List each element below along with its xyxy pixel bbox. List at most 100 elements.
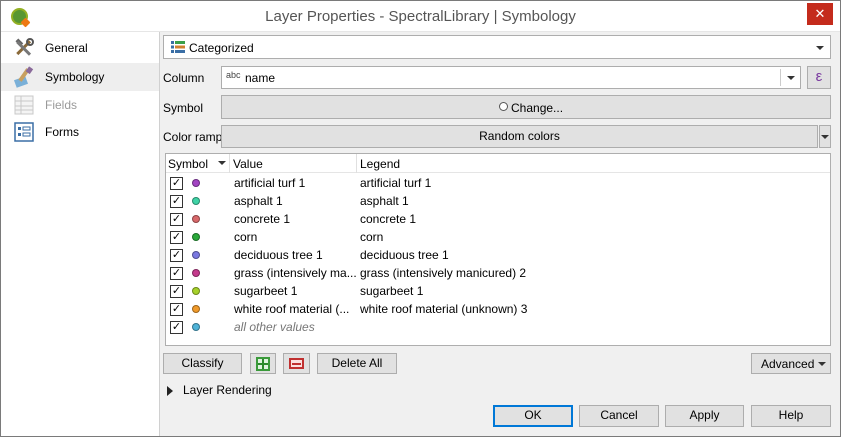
- category-checkbox[interactable]: ✓: [170, 231, 183, 244]
- table-row[interactable]: ✓ corn corn: [166, 228, 830, 246]
- column-value: name: [245, 71, 276, 85]
- sidebar-item-label: General: [45, 41, 88, 55]
- category-legend: sugarbeet 1: [360, 284, 424, 298]
- sort-indicator-icon: [218, 161, 226, 165]
- category-symbol-swatch[interactable]: [192, 233, 200, 241]
- category-symbol-swatch[interactable]: [192, 179, 200, 187]
- symbology-panel: Categorized Column abc name ε Symbol Cha…: [161, 32, 840, 436]
- symbol-label: Symbol: [163, 101, 204, 115]
- advanced-button[interactable]: Advanced: [751, 353, 831, 374]
- category-checkbox[interactable]: ✓: [170, 285, 183, 298]
- table-row[interactable]: ✓ concrete 1 concrete 1: [166, 210, 830, 228]
- divider: [780, 69, 781, 86]
- category-symbol-swatch[interactable]: [192, 323, 200, 331]
- category-symbol-swatch[interactable]: [192, 305, 200, 313]
- category-symbol-swatch[interactable]: [192, 287, 200, 295]
- fields-table-icon: [14, 95, 34, 115]
- change-symbol-button[interactable]: Change...: [221, 95, 831, 119]
- category-value: corn: [234, 230, 258, 244]
- ok-button[interactable]: OK: [493, 405, 573, 427]
- sidebar-item-label: Fields: [45, 98, 78, 112]
- categories-table: Symbol Value Legend ✓ artificial turf 1 ar…: [165, 153, 831, 346]
- expand-arrow-icon: [167, 386, 173, 396]
- category-value: deciduous tree 1: [234, 248, 323, 262]
- table-row[interactable]: ✓ artificial turf 1 artificial turf 1: [166, 174, 830, 192]
- color-ramp-button[interactable]: Random colors: [221, 125, 818, 148]
- category-checkbox[interactable]: ✓: [170, 213, 183, 226]
- category-checkbox[interactable]: ✓: [170, 321, 183, 334]
- marker-symbol-icon: [499, 102, 508, 111]
- header-value[interactable]: Value: [233, 157, 263, 171]
- category-legend: concrete 1: [360, 212, 417, 226]
- category-value: grass (intensively ma...: [234, 266, 357, 280]
- table-row[interactable]: ✓ white roof material (... white roof mate…: [166, 300, 830, 318]
- expression-button[interactable]: ε: [807, 66, 831, 89]
- renderer-value: Categorized: [189, 41, 254, 55]
- category-checkbox[interactable]: ✓: [170, 177, 183, 190]
- sidebar-item-general[interactable]: General: [1, 34, 159, 62]
- layer-properties-dialog: Layer Properties - SpectralLibrary | Sym…: [0, 0, 841, 437]
- table-row[interactable]: ✓ asphalt 1 asphalt 1: [166, 192, 830, 210]
- category-checkbox[interactable]: ✓: [170, 249, 183, 262]
- category-symbol-swatch[interactable]: [192, 197, 200, 205]
- sidebar-item-fields[interactable]: Fields: [1, 91, 159, 119]
- forms-icon: [14, 122, 34, 142]
- category-legend: deciduous tree 1: [360, 248, 449, 262]
- category-value: asphalt 1: [234, 194, 283, 208]
- table-row[interactable]: ✓ all other values: [166, 318, 830, 336]
- change-button-label: Change...: [511, 101, 564, 115]
- category-checkbox[interactable]: ✓: [170, 267, 183, 280]
- apply-button[interactable]: Apply: [665, 405, 744, 427]
- category-value: all other values: [234, 320, 315, 334]
- paintbrush-icon: [13, 66, 34, 88]
- column-divider: [229, 154, 230, 173]
- remove-category-button[interactable]: [283, 353, 310, 374]
- delete-all-button[interactable]: Delete All: [317, 353, 397, 374]
- chevron-down-icon: [816, 46, 824, 50]
- category-legend: artificial turf 1: [360, 176, 432, 190]
- category-legend: corn: [360, 230, 384, 244]
- help-button[interactable]: Help: [751, 405, 831, 427]
- title-bar: Layer Properties - SpectralLibrary | Sym…: [1, 1, 840, 32]
- table-row[interactable]: ✓ sugarbeet 1 sugarbeet 1: [166, 282, 830, 300]
- chevron-down-icon: [787, 76, 795, 80]
- categorized-icon: [171, 41, 185, 53]
- category-legend: white roof material (unknown) 3: [360, 302, 528, 316]
- table-row[interactable]: ✓ deciduous tree 1 deciduous tree 1: [166, 246, 830, 264]
- string-type-icon: abc: [226, 70, 241, 80]
- column-field-select[interactable]: abc name: [221, 66, 801, 89]
- cancel-button[interactable]: Cancel: [579, 405, 659, 427]
- sidebar-item-forms[interactable]: Forms: [1, 118, 159, 146]
- layer-rendering-group[interactable]: Layer Rendering: [167, 383, 367, 399]
- add-category-button[interactable]: [250, 353, 276, 374]
- category-checkbox[interactable]: ✓: [170, 303, 183, 316]
- category-checkbox[interactable]: ✓: [170, 195, 183, 208]
- table-row[interactable]: ✓ grass (intensively ma... grass (intensiv…: [166, 264, 830, 282]
- sidebar-item-label: Forms: [45, 125, 79, 139]
- category-symbol-swatch[interactable]: [192, 251, 200, 259]
- table-header: Symbol Value Legend: [166, 154, 830, 173]
- renderer-select[interactable]: Categorized: [163, 35, 831, 59]
- advanced-label: Advanced: [761, 357, 815, 371]
- sidebar: General Symbology Fields Forms: [1, 32, 160, 436]
- window-title: Layer Properties - SpectralLibrary | Sym…: [265, 8, 576, 25]
- plus-icon: [256, 357, 270, 371]
- close-button[interactable]: ✕: [807, 3, 833, 25]
- tools-icon: [15, 38, 34, 56]
- category-symbol-swatch[interactable]: [192, 269, 200, 277]
- sidebar-item-symbology[interactable]: Symbology: [1, 63, 159, 91]
- category-value: concrete 1: [234, 212, 291, 226]
- classify-button[interactable]: Classify: [163, 353, 242, 374]
- layer-rendering-label: Layer Rendering: [183, 383, 272, 397]
- chevron-down-icon: [818, 362, 826, 366]
- category-legend: grass (intensively manicured) 2: [360, 266, 527, 280]
- column-label: Column: [163, 71, 205, 85]
- column-divider: [356, 154, 357, 173]
- color-ramp-label: Color ramp: [163, 130, 223, 144]
- header-symbol[interactable]: Symbol: [168, 157, 208, 171]
- category-value: artificial turf 1: [234, 176, 306, 190]
- sidebar-item-label: Symbology: [45, 70, 105, 84]
- category-symbol-swatch[interactable]: [192, 215, 200, 223]
- color-ramp-menu-button[interactable]: [819, 125, 831, 148]
- header-legend[interactable]: Legend: [360, 157, 400, 171]
